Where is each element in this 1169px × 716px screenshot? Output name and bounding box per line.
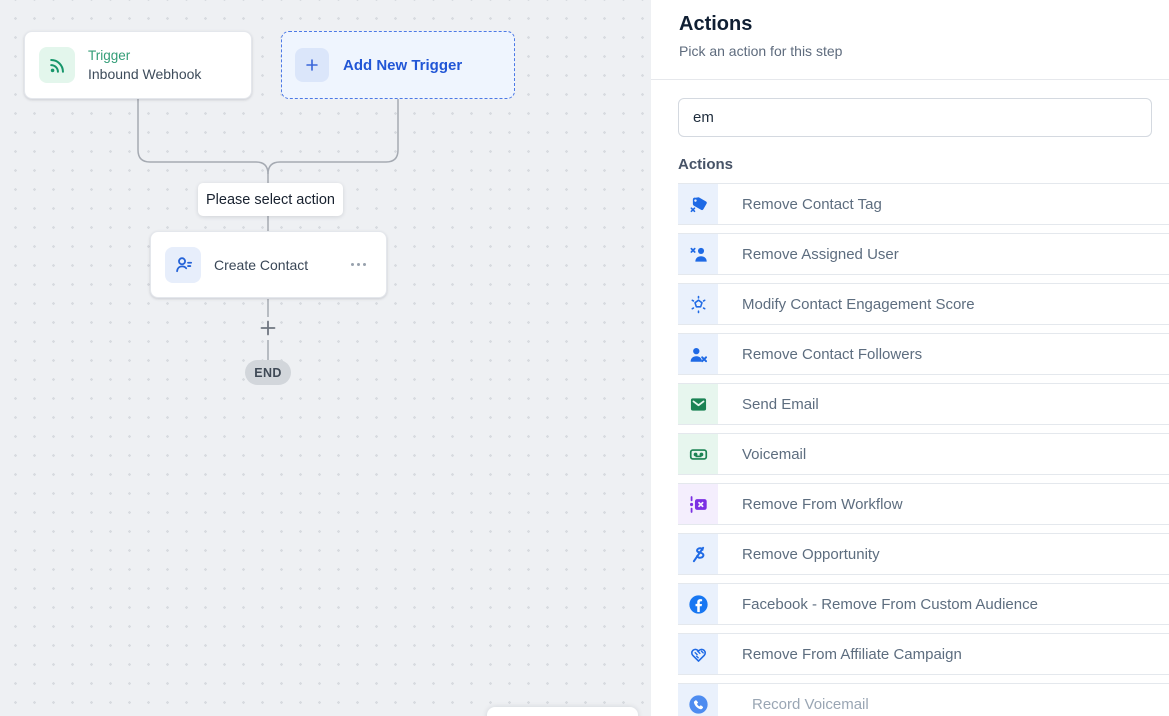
trigger-node-title: Trigger — [88, 47, 201, 65]
add-step-plus-icon — [262, 322, 275, 335]
create-contact-node[interactable]: Create Contact — [150, 231, 387, 298]
email-icon — [678, 384, 718, 424]
action-list-item[interactable]: Remove Opportunity — [678, 533, 1169, 575]
connector-lines — [0, 0, 651, 716]
action-list-item[interactable]: Remove From Workflow — [678, 483, 1169, 525]
end-badge: END — [245, 360, 291, 385]
panel-title: Actions — [679, 11, 1141, 38]
record-voicemail-icon — [678, 684, 718, 716]
trigger-node-subtitle: Inbound Webhook — [88, 65, 201, 83]
voicemail-icon — [678, 434, 718, 474]
action-list: Remove Contact Tag Remove Assigned User … — [678, 183, 1169, 716]
action-list-item[interactable]: Remove Contact Followers — [678, 333, 1169, 375]
create-contact-label: Create Contact — [214, 257, 351, 273]
action-list-item[interactable]: Facebook - Remove From Custom Audience — [678, 583, 1169, 625]
more-options-icon[interactable] — [351, 263, 372, 266]
followers-remove-icon — [678, 334, 718, 374]
actions-panel: Actions Pick an action for this step Act… — [651, 0, 1169, 716]
affiliate-remove-icon — [678, 634, 718, 674]
action-list-item[interactable]: Voicemail — [678, 433, 1169, 475]
action-list-item[interactable]: Remove From Affiliate Campaign — [678, 633, 1169, 675]
action-list-item[interactable]: Send Email — [678, 383, 1169, 425]
actions-section-header: Actions — [678, 156, 1169, 173]
select-action-tooltip: Please select action — [198, 183, 343, 216]
bottom-partial-card — [487, 707, 638, 716]
user-remove-icon — [678, 234, 718, 274]
action-list-item[interactable]: Remove Contact Tag — [678, 183, 1169, 225]
plus-icon — [295, 48, 329, 82]
opportunity-remove-icon — [678, 534, 718, 574]
action-list-item[interactable]: Remove Assigned User — [678, 233, 1169, 275]
actions-panel-header: Actions Pick an action for this step — [651, 0, 1169, 80]
tag-remove-icon — [678, 184, 718, 224]
facebook-icon — [678, 584, 718, 624]
workflow-remove-icon — [678, 484, 718, 524]
action-list-item[interactable]: Modify Contact Engagement Score — [678, 283, 1169, 325]
create-contact-icon — [165, 247, 201, 283]
webhook-rss-icon — [39, 47, 75, 83]
panel-subtitle: Pick an action for this step — [679, 43, 1141, 59]
add-new-trigger-button[interactable]: Add New Trigger — [281, 31, 515, 99]
trigger-node[interactable]: Trigger Inbound Webhook — [24, 31, 252, 99]
engagement-score-icon — [678, 284, 718, 324]
action-list-item[interactable]: Record Voicemail — [678, 683, 1169, 716]
workflow-canvas[interactable]: Trigger Inbound Webhook Add New Trigger … — [0, 0, 651, 716]
add-new-trigger-label: Add New Trigger — [343, 57, 462, 74]
action-search-input[interactable] — [678, 98, 1152, 137]
